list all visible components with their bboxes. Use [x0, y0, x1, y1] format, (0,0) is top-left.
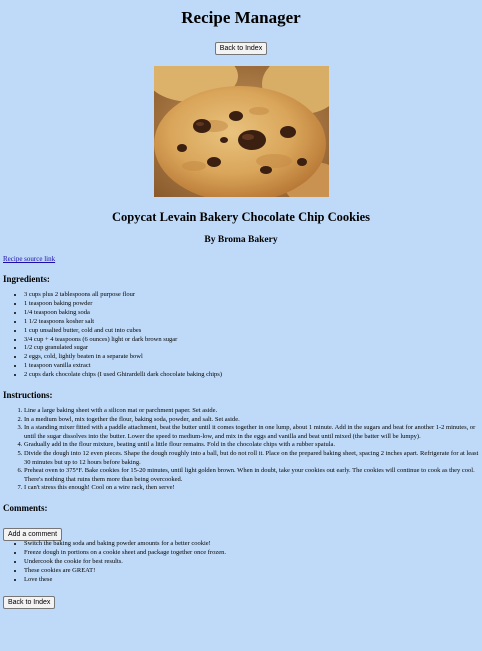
- ingredient-item: 2 eggs, cold, lightly beaten in a separa…: [24, 353, 479, 362]
- instruction-step: Gradually add in the flour mixture, beat…: [24, 441, 479, 450]
- ingredient-item: 3/4 cup + 4 teaspoons (6 ounces) light o…: [24, 336, 479, 345]
- ingredient-item: 1 cup unsalted butter, cold and cut into…: [24, 327, 479, 336]
- ingredients-list: 3 cups plus 2 tablespoons all purpose fl…: [3, 291, 479, 380]
- ingredient-item: 1 teaspoon vanilla extract: [24, 362, 479, 371]
- footer-back-to-index-button[interactable]: Back to Index: [3, 595, 56, 609]
- instruction-step: In a medium bowl, mix together the flour…: [24, 416, 479, 425]
- comment-item: Love these: [24, 576, 479, 585]
- ingredient-item: 1/2 cup granulated sugar: [24, 344, 479, 353]
- instructions-list: Line a large baking sheet with a silicon…: [3, 407, 479, 493]
- comment-item: Undercook the cookie for best results.: [24, 558, 479, 567]
- instruction-step: I can't stress this enough! Cool on a wi…: [24, 484, 479, 493]
- comment-item: Switch the baking soda and baking powder…: [24, 540, 479, 549]
- ingredient-item: 1/4 teaspoon baking soda: [24, 309, 479, 318]
- instruction-step: Line a large baking sheet with a silicon…: [24, 407, 479, 416]
- instruction-step: In a standing mixer fitted with a paddle…: [24, 424, 479, 441]
- comments-heading: Comments:: [3, 503, 48, 513]
- recipe-page: Recipe Manager Back to Index Copycat Lev…: [0, 0, 482, 609]
- ingredient-item: 2 cups dark chocolate chips (I used Ghir…: [24, 371, 479, 380]
- comment-item: Freeze dough in portions on a cookie she…: [24, 549, 479, 558]
- ingredient-item: 1 1/2 teaspoons kosher salt: [24, 318, 479, 327]
- back-to-index-button[interactable]: Back to Index: [214, 42, 268, 55]
- comment-item: These cookies are GREAT!: [24, 567, 479, 576]
- instructions-heading: Instructions:: [3, 390, 53, 401]
- ingredient-item: 3 cups plus 2 tablespoons all purpose fl…: [24, 291, 479, 300]
- top-nav: Back to Index: [3, 37, 479, 55]
- instruction-step: Divide the dough into 12 even pieces. Sh…: [24, 450, 479, 467]
- recipe-image: [153, 66, 329, 197]
- app-title: Recipe Manager: [181, 8, 301, 27]
- comment-actions: Add a comment: [3, 523, 479, 541]
- recipe-source-link[interactable]: Recipe source link: [3, 255, 479, 264]
- instruction-step: Preheat oven to 375°F. Bake cookies for …: [24, 467, 479, 484]
- ingredient-item: 1 teaspoon baking powder: [24, 300, 479, 309]
- comments-list: Switch the baking soda and baking powder…: [3, 540, 479, 585]
- bottom-nav: Back to Index: [3, 591, 479, 609]
- ingredients-heading: Ingredients:: [3, 274, 50, 284]
- recipe-author: By Broma Bakery: [204, 235, 278, 245]
- recipe-title: Copycat Levain Bakery Chocolate Chip Coo…: [112, 210, 370, 224]
